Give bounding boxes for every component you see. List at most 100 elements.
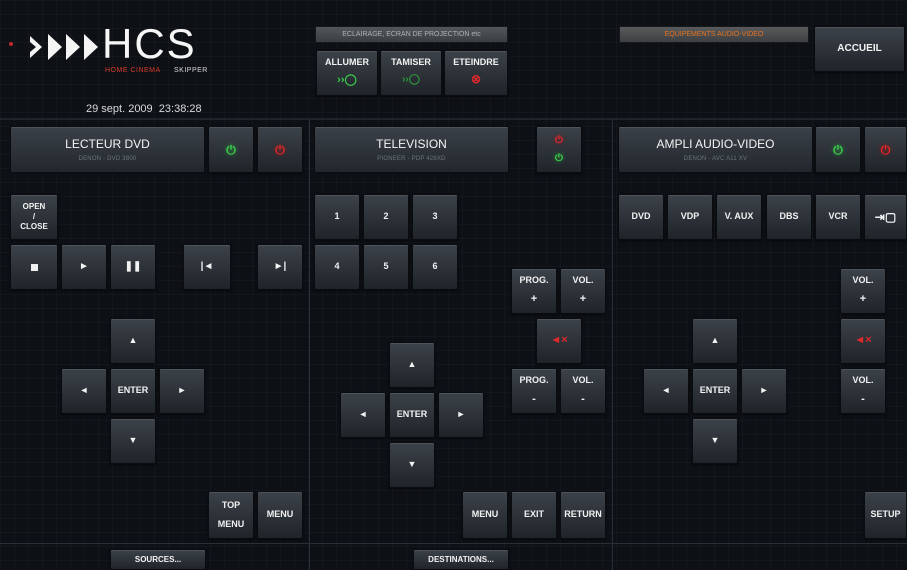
- digit-6-button[interactable]: 6: [412, 244, 458, 290]
- destinations-button[interactable]: DESTINATIONS...: [413, 549, 509, 570]
- tv-menu-button[interactable]: MENU: [462, 491, 508, 539]
- tv-return-button[interactable]: RETURN: [560, 491, 606, 539]
- dvd-power-on-button[interactable]: ⏻: [208, 126, 254, 173]
- ampli-power-on-button[interactable]: ⏻: [815, 126, 861, 173]
- tv-left-button[interactable]: ◄: [340, 392, 386, 438]
- next-button[interactable]: ►|: [257, 244, 303, 290]
- power-off-icon: ⏻: [880, 142, 891, 157]
- tv-right-button[interactable]: ►: [438, 392, 484, 438]
- power-on-icon: ⏻: [833, 142, 843, 157]
- prog-plus-label: PROG.: [519, 275, 549, 285]
- plus-icon: +: [859, 293, 867, 306]
- pause-icon: ❚❚: [124, 260, 142, 272]
- column-divider-2: [612, 120, 613, 570]
- arrow-up-icon: ▲: [407, 359, 417, 370]
- input-icon: ⇥▢: [874, 209, 897, 224]
- top-menu-button[interactable]: TOP MENU: [208, 491, 254, 539]
- stop-button[interactable]: [10, 244, 58, 290]
- tv-mute-button[interactable]: ◄×: [536, 318, 582, 364]
- sources-button[interactable]: SOURCES...: [110, 549, 206, 570]
- plus-icon: +: [530, 293, 538, 306]
- logo-subtitle-b: SKIPPER: [174, 67, 208, 74]
- digit-2-button[interactable]: 2: [363, 194, 409, 240]
- dvd-right-button[interactable]: ►: [159, 368, 205, 414]
- tv-enter-button[interactable]: ENTER: [389, 392, 435, 438]
- minus-icon: -: [861, 393, 865, 406]
- pause-button[interactable]: ❚❚: [110, 244, 156, 290]
- dvd-up-button[interactable]: ▲: [110, 318, 156, 364]
- arrow-right-icon: ►: [177, 385, 187, 396]
- ampli-enter-button[interactable]: ENTER: [692, 368, 738, 414]
- digit-3-button[interactable]: 3: [412, 194, 458, 240]
- arrow-down-icon: ▼: [710, 435, 720, 446]
- previous-button[interactable]: |◄: [183, 244, 231, 290]
- input-dbs-button[interactable]: DBS: [766, 194, 812, 240]
- eteindre-label: ETEINDRE: [453, 57, 499, 67]
- audio-video-equipment-button[interactable]: EQUIPEMENTS AUDIO-VIDEO: [619, 26, 809, 43]
- vol-minus-label: VOL.: [572, 375, 594, 385]
- allumer-label: ALLUMER: [325, 57, 369, 67]
- dvd-title-button[interactable]: LECTEUR DVD DENON - DVD 3800: [10, 126, 205, 173]
- ampli-right-button[interactable]: ►: [741, 368, 787, 414]
- input-dvd-button[interactable]: DVD: [618, 194, 664, 240]
- light-dim-icon: ››◯: [402, 74, 420, 86]
- tv-down-button[interactable]: ▼: [389, 442, 435, 488]
- prog-minus-button[interactable]: PROG. -: [511, 368, 557, 414]
- eteindre-button[interactable]: ETEINDRE ⊗: [444, 50, 508, 96]
- close-label: CLOSE: [20, 222, 48, 231]
- input-vcr-button[interactable]: VCR: [815, 194, 861, 240]
- power-off-icon: ⏻: [555, 134, 563, 146]
- minus-icon: -: [581, 393, 585, 406]
- vol-minus-label: VOL.: [852, 375, 874, 385]
- tv-vol-plus-button[interactable]: VOL. +: [560, 268, 606, 314]
- dvd-down-button[interactable]: ▼: [110, 418, 156, 464]
- ampli-down-button[interactable]: ▼: [692, 418, 738, 464]
- tv-power-button[interactable]: ⏻ ⏻: [536, 126, 582, 173]
- ampli-title-button[interactable]: AMPLI AUDIO-VIDEO DENON - AVC A11 XV: [618, 126, 813, 173]
- ampli-up-button[interactable]: ▲: [692, 318, 738, 364]
- dvd-power-off-button[interactable]: ⏻: [257, 126, 303, 173]
- ampli-left-button[interactable]: ◄: [643, 368, 689, 414]
- dvd-menu-button[interactable]: MENU: [257, 491, 303, 539]
- arrow-left-icon: ◄: [358, 409, 368, 420]
- ampli-vol-minus-button[interactable]: VOL. -: [840, 368, 886, 414]
- input-vdp-button[interactable]: VDP: [667, 194, 713, 240]
- input-select-button[interactable]: ⇥▢: [864, 194, 907, 240]
- tv-title-button[interactable]: TELEVISION PIONEER - PDP 428XD: [314, 126, 509, 173]
- digit-4-button[interactable]: 4: [314, 244, 360, 290]
- ampli-title: AMPLI AUDIO-VIDEO: [656, 137, 775, 151]
- open-close-button[interactable]: OPEN / CLOSE: [10, 194, 58, 240]
- header-divider: [0, 118, 907, 120]
- tv-title: TELEVISION: [376, 137, 447, 151]
- top-label: TOP: [221, 499, 241, 510]
- digit-1-button[interactable]: 1: [314, 194, 360, 240]
- digit-5-button[interactable]: 5: [363, 244, 409, 290]
- ampli-mute-button[interactable]: ◄×: [840, 318, 886, 364]
- ampli-vol-plus-button[interactable]: VOL. +: [840, 268, 886, 314]
- dvd-enter-button[interactable]: ENTER: [110, 368, 156, 414]
- tamiser-label: TAMISER: [391, 57, 431, 67]
- prog-minus-label: PROG.: [519, 375, 549, 385]
- top-menu-label: MENU: [217, 519, 245, 529]
- input-vaux-button[interactable]: V. AUX: [716, 194, 762, 240]
- tv-vol-minus-button[interactable]: VOL. -: [560, 368, 606, 414]
- arrow-right-icon: ►: [759, 385, 769, 396]
- tamiser-button[interactable]: TAMISER ››◯: [380, 50, 442, 96]
- play-button[interactable]: ►: [61, 244, 107, 290]
- power-on-icon: ⏻: [555, 152, 563, 164]
- power-off-icon: ⏻: [275, 142, 285, 157]
- tv-exit-button[interactable]: EXIT: [511, 491, 557, 539]
- dvd-left-button[interactable]: ◄: [61, 368, 107, 414]
- prog-plus-button[interactable]: PROG. +: [511, 268, 557, 314]
- lighting-button[interactable]: ECLAIRAGE, ECRAN DE PROJECTION etc: [315, 26, 508, 43]
- allumer-button[interactable]: ALLUMER ››◯: [316, 50, 378, 96]
- light-off-icon: ⊗: [470, 72, 482, 87]
- vol-plus-label: VOL.: [852, 275, 874, 285]
- tv-up-button[interactable]: ▲: [389, 342, 435, 388]
- logo-text: HCS: [102, 20, 197, 67]
- footer-divider: [0, 543, 907, 544]
- setup-button[interactable]: SETUP: [864, 491, 907, 539]
- accueil-button[interactable]: ACCUEIL: [814, 26, 905, 72]
- arrow-left-icon: ◄: [661, 385, 671, 396]
- ampli-power-off-button[interactable]: ⏻: [864, 126, 907, 173]
